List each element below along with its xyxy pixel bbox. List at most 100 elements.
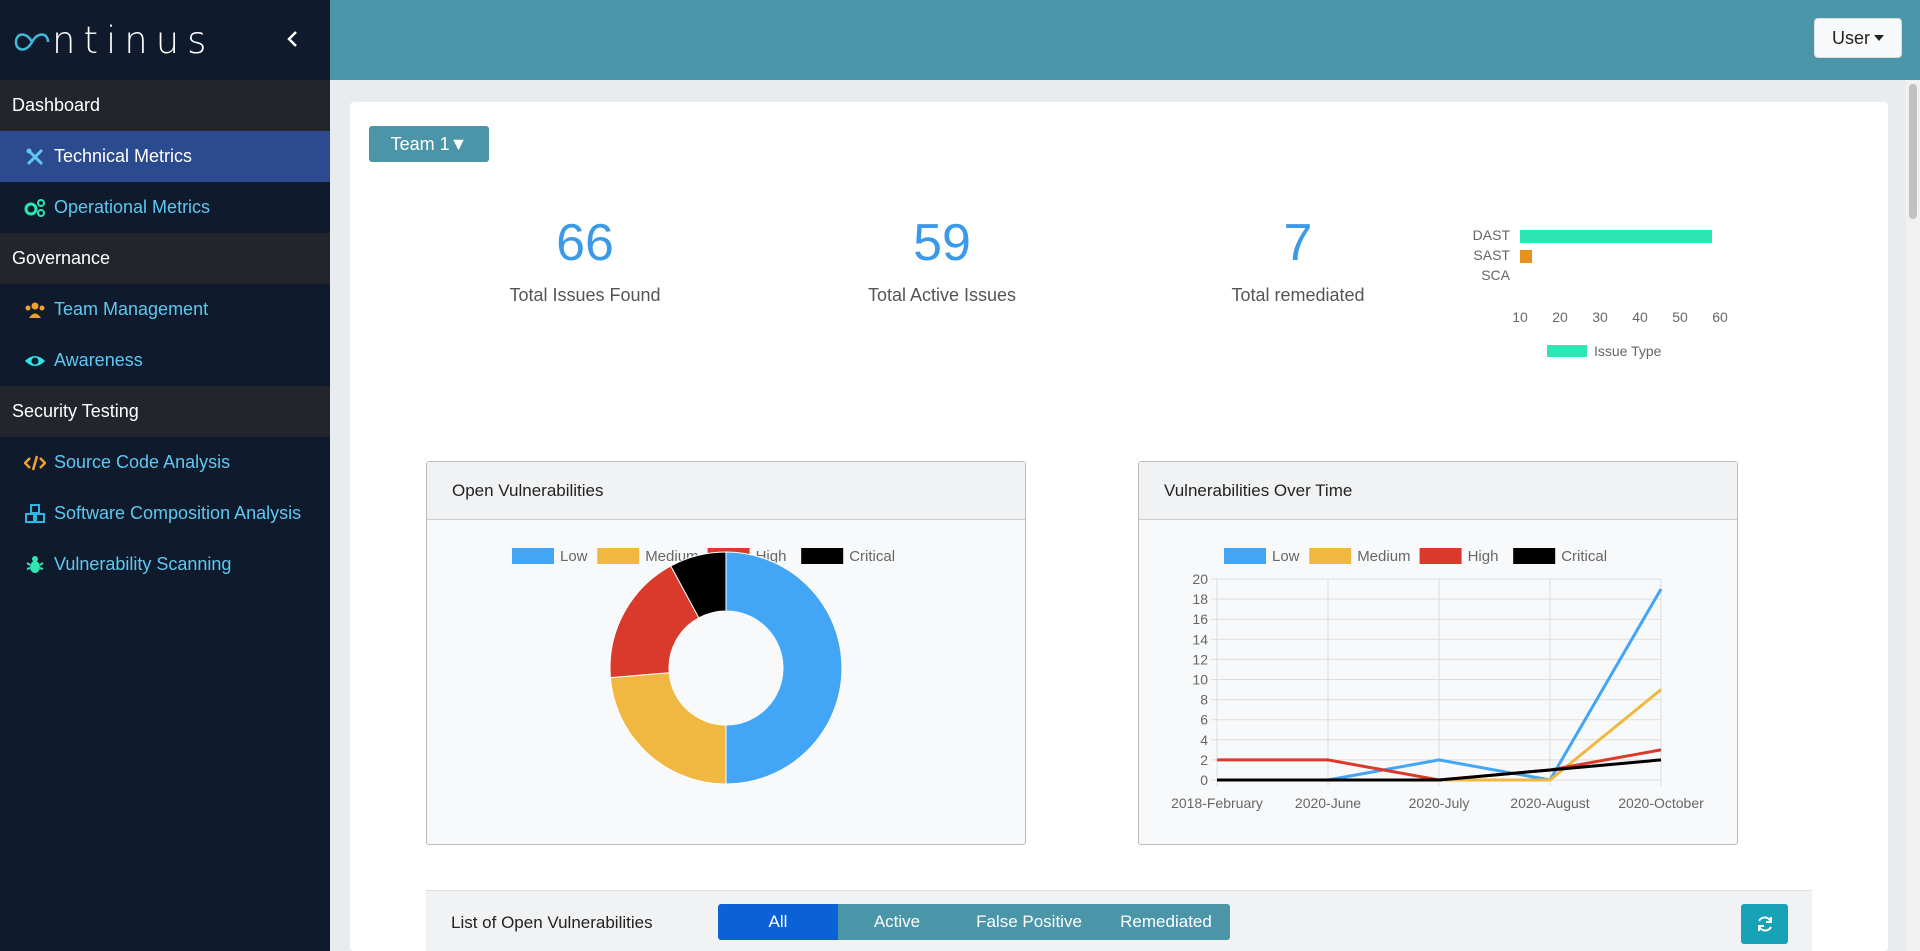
legend-label: High [1468, 548, 1499, 565]
sidebar-item-label: Team Management [54, 299, 209, 319]
stat-label: Total Issues Found [509, 285, 661, 305]
list-title: List of Open Vulnerabilities [451, 913, 653, 932]
legend-label: Critical [849, 548, 895, 565]
stat-label: Total remediated [1231, 285, 1365, 305]
filter-button-group: All Active False Positive Remediated [718, 904, 1230, 940]
legend-swatch-medium [1309, 548, 1352, 564]
category-label: SAST [1473, 247, 1510, 263]
page-scrollbar[interactable] [1906, 80, 1920, 951]
filter-remediated-button[interactable]: Remediated [1102, 904, 1230, 940]
sidebar-item-operational-metrics[interactable]: Operational Metrics [0, 182, 330, 233]
legend-label: Low [560, 548, 588, 565]
legend-label: Medium [1357, 548, 1410, 565]
brand-logo-text: ntinus [52, 18, 215, 62]
refresh-button[interactable] [1741, 904, 1788, 944]
y-tick-label: 14 [1192, 631, 1208, 647]
tools-icon [24, 146, 46, 168]
users-icon [24, 299, 46, 321]
stat-label: Total Active Issues [867, 285, 1017, 305]
section-security-testing: Security Testing [0, 386, 330, 437]
y-tick-label: 8 [1200, 692, 1208, 708]
open-vulnerabilities-panel: Open Vulnerabilities Low Medium High Critic… [426, 461, 1026, 845]
stat-value: 66 [556, 214, 614, 272]
sidebar: ntinus Dashboard Technical Metrics Opera… [0, 0, 330, 951]
brand-logo[interactable]: ntinus [14, 19, 214, 62]
sidebar-item-software-composition-analysis[interactable]: Software Composition Analysis [0, 488, 330, 539]
chevron-down-icon [1874, 35, 1884, 41]
scrollbar-thumb[interactable] [1909, 84, 1917, 219]
y-tick-label: 0 [1200, 772, 1208, 788]
x-tick-label: 30 [1592, 309, 1608, 325]
slice-medium [609, 672, 727, 785]
sidebar-item-awareness[interactable]: Awareness [0, 335, 330, 386]
brand-infinity-icon [14, 32, 50, 51]
cubes-icon [24, 503, 46, 525]
slice-low [725, 551, 843, 785]
sidebar-item-label: Operational Metrics [54, 197, 211, 217]
x-tick-label: 2018-February [1171, 795, 1263, 811]
collapse-sidebar-icon[interactable] [282, 26, 304, 52]
category-label: SCA [1481, 267, 1510, 283]
open-vulnerabilities-list-header: List of Open Vulnerabilities All Active … [426, 890, 1812, 951]
legend-swatch-low [1224, 548, 1266, 564]
legend-label: Issue Type [1594, 343, 1662, 359]
y-tick-label: 6 [1200, 712, 1208, 728]
x-tick-label: 40 [1632, 309, 1648, 325]
stat-value: 59 [913, 214, 971, 272]
sidebar-item-label: Software Composition Analysis [54, 503, 302, 523]
legend-swatch-low [512, 548, 554, 564]
team-selector-button[interactable]: Team 1▼ [369, 126, 489, 162]
x-tick-label: 2020-June [1295, 795, 1361, 811]
issue-type-chart: DAST SAST SCA 10 20 30 40 50 60 Issue Type [1473, 227, 1728, 359]
legend-label: Low [1272, 548, 1300, 565]
vulnerabilities-over-time-panel: Vulnerabilities Over Time Low Medium High C… [1138, 461, 1738, 845]
stat-active-issues: 59 Total Active Issues [812, 217, 1072, 306]
stat-remediated: 7 Total remediated [1168, 217, 1428, 306]
legend-swatch-high [1419, 548, 1462, 564]
filter-false-positive-button[interactable]: False Positive [956, 904, 1102, 940]
section-dashboard: Dashboard [0, 80, 330, 131]
y-tick-label: 12 [1192, 651, 1208, 667]
section-governance: Governance [0, 233, 330, 284]
x-tick-label: 2020-August [1510, 795, 1590, 811]
sidebar-item-label: Source Code Analysis [54, 452, 231, 472]
panel-title: Open Vulnerabilities [427, 462, 1025, 520]
y-tick-label: 16 [1192, 611, 1208, 627]
gears-icon [24, 197, 46, 219]
user-menu-button[interactable]: User [1814, 18, 1902, 58]
sidebar-item-label: Technical Metrics [54, 146, 193, 166]
code-icon [24, 452, 46, 474]
filter-active-button[interactable]: Active [838, 904, 956, 940]
sidebar-item-label: Vulnerability Scanning [54, 554, 232, 574]
y-tick-label: 18 [1192, 591, 1208, 607]
legend-swatch-medium [597, 548, 640, 564]
x-tick-label: 2020-July [1409, 795, 1470, 811]
x-tick-label: 20 [1552, 309, 1568, 325]
eye-icon [24, 350, 46, 372]
main-content: Team 1▼ 66 Total Issues Found 59 Total A… [350, 102, 1888, 951]
bar-sast [1520, 250, 1532, 263]
x-tick-label: 2020-October [1618, 795, 1704, 811]
sidebar-item-label: Awareness [54, 350, 143, 370]
legend-label: Critical [1561, 548, 1607, 565]
stat-value: 7 [1283, 214, 1313, 272]
panel-title: Vulnerabilities Over Time [1139, 462, 1737, 520]
user-menu-label: User [1831, 27, 1870, 48]
filter-all-button[interactable]: All [718, 904, 838, 940]
sidebar-item-source-code-analysis[interactable]: Source Code Analysis [0, 437, 330, 488]
sidebar-item-technical-metrics[interactable]: Technical Metrics [0, 131, 330, 182]
refresh-icon [1757, 916, 1772, 932]
legend-swatch [1547, 345, 1587, 357]
bar-dast [1520, 230, 1712, 243]
legend-swatch-critical [801, 548, 844, 564]
topbar: User [330, 0, 1920, 80]
y-tick-label: 4 [1200, 732, 1208, 748]
stat-total-issues: 66 Total Issues Found [455, 217, 715, 306]
brand: ntinus [0, 0, 330, 80]
vulnerabilities-over-time-line-chart: Low Medium High Critical 0 2 4 6 8 10 12 14 16 18 2020… [1171, 548, 1704, 811]
y-tick-label: 2 [1200, 752, 1208, 768]
legend-swatch-critical [1513, 548, 1556, 564]
sidebar-item-team-management[interactable]: Team Management [0, 284, 330, 335]
y-tick-label: 10 [1192, 672, 1208, 688]
sidebar-item-vulnerability-scanning[interactable]: Vulnerability Scanning [0, 539, 330, 590]
